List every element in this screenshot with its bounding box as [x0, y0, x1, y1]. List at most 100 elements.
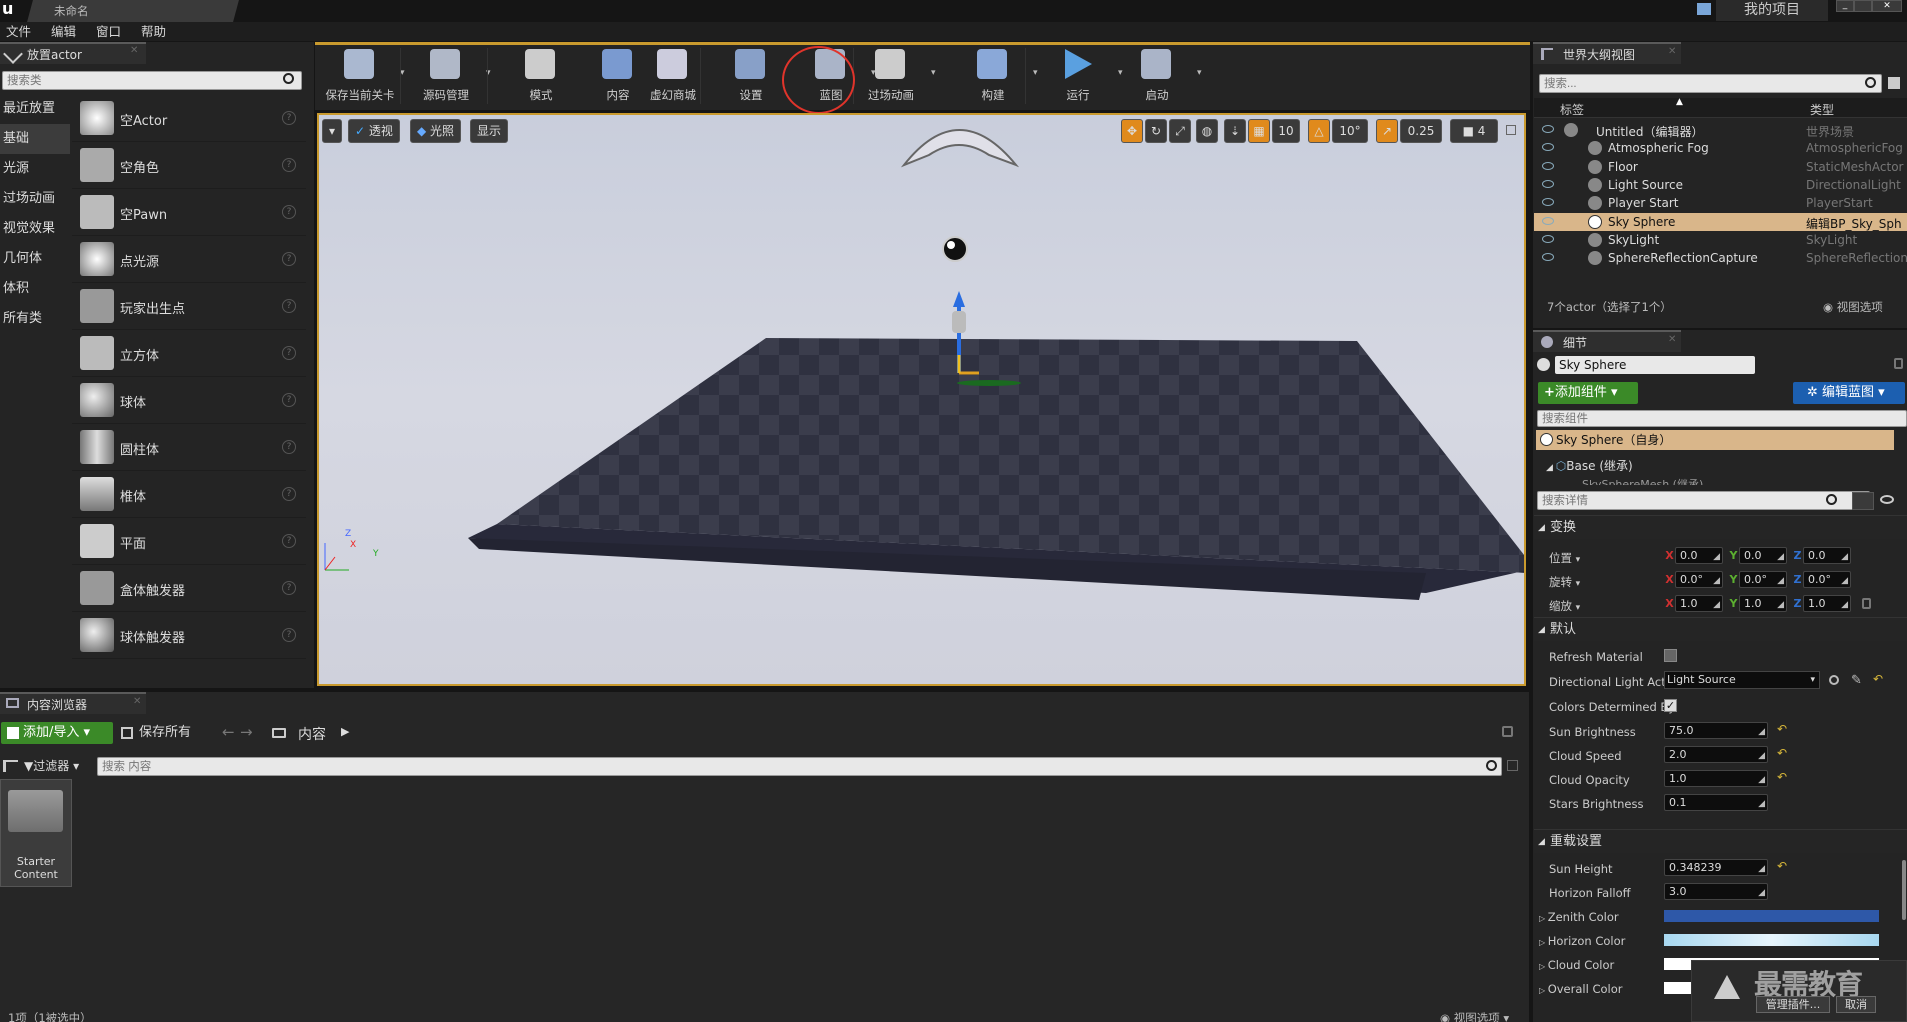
rotation-y-input[interactable]: 0.0° ◢ [1739, 571, 1787, 588]
actor-item[interactable]: 平面? [72, 518, 306, 565]
actor-item[interactable]: 立方体? [72, 330, 306, 377]
visibility-eye-icon[interactable] [1542, 125, 1554, 133]
translate-tool-icon[interactable]: ✥ [1121, 119, 1143, 143]
actor-item[interactable]: 球体触发器? [72, 612, 306, 659]
grid-size-value[interactable]: 10 [1272, 119, 1300, 143]
scale-tool-icon[interactable]: ⤢ [1169, 119, 1191, 143]
edit-blueprint-button[interactable]: ✲ 编辑蓝图 ▾ [1793, 382, 1905, 404]
stars-brightness-input[interactable]: 0.1 ◢ [1664, 794, 1768, 811]
menu-window[interactable]: 窗口 [96, 22, 121, 41]
sun-brightness-input[interactable]: 75.0 ◢ [1664, 722, 1768, 739]
help-icon[interactable]: ? [282, 205, 296, 219]
toolbar-settings-button[interactable]: 设置 [713, 47, 789, 105]
details-search-input[interactable] [1537, 491, 1870, 510]
help-icon[interactable]: ? [282, 393, 296, 407]
toolbar-cinematics-button[interactable]: 过场动画 [853, 47, 929, 105]
visibility-eye-icon[interactable] [1542, 143, 1554, 152]
outliner-row[interactable]: Atmospheric Fog AtmosphericFog [1534, 139, 1907, 157]
outliner-row[interactable]: Player Start PlayerStart [1534, 194, 1907, 212]
actor-item[interactable]: 椎体? [72, 471, 306, 518]
actor-item[interactable]: 玩家出生点? [72, 283, 306, 330]
help-icon[interactable]: ? [282, 158, 296, 172]
reset-arrow-icon[interactable]: ↶ [1777, 746, 1787, 760]
category-item[interactable]: 光源 [0, 154, 70, 184]
sources-toggle-icon[interactable] [3, 760, 18, 772]
transform-scale-label[interactable]: 缩放 ▾ [1549, 598, 1580, 614]
default-section[interactable]: ◢ 默认 [1534, 617, 1907, 641]
actor-name-field[interactable]: Sky Sphere [1555, 356, 1755, 374]
directional-light-select[interactable]: Light Source ▾ [1664, 671, 1820, 689]
outliner-row[interactable]: Floor StaticMeshActor [1534, 158, 1907, 176]
cloud-speed-input[interactable]: 2.0 ◢ [1664, 746, 1768, 763]
transform-location-label[interactable]: 位置 ▾ [1549, 550, 1580, 566]
modes-tab-close[interactable]: ✕ [130, 45, 138, 56]
toolbar-modes-button[interactable]: 模式 [503, 47, 579, 105]
outliner-search-input[interactable] [1539, 74, 1882, 93]
menu-file[interactable]: 文件 [6, 22, 31, 41]
reset-arrow-icon[interactable]: ↶ [1777, 770, 1787, 784]
refresh-material-checkbox[interactable] [1664, 649, 1677, 662]
rotation-snap-icon[interactable]: △ [1308, 119, 1330, 143]
reset-arrow-icon[interactable]: ↶ [1777, 722, 1787, 736]
toolbar-launch-button[interactable]: 启动 [1119, 47, 1195, 105]
toolbar-build-button[interactable]: 构建 [955, 47, 1031, 105]
path-content[interactable]: 内容 [298, 724, 326, 744]
maximize-viewport-icon[interactable] [1506, 125, 1516, 135]
viewport[interactable] [317, 113, 1526, 686]
perspective-button[interactable]: ✓ 透视 [348, 119, 400, 143]
toolbar-play-button[interactable]: 运行 [1040, 47, 1116, 105]
actor-item[interactable]: 球体? [72, 377, 306, 424]
outliner-tab-close[interactable]: ✕ [1668, 46, 1676, 57]
toolbar-source-control-button[interactable]: 源码管理 [408, 47, 484, 105]
override-section[interactable]: ◢ 重载设置 [1534, 829, 1907, 853]
content-view-options[interactable]: ◉ 视图选项 ▾ [1440, 1010, 1509, 1022]
location-y-input[interactable]: 0.0 ◢ [1739, 547, 1787, 564]
scale-y-input[interactable]: 1.0 ◢ [1739, 595, 1787, 612]
category-item[interactable]: 几何体 [0, 244, 70, 274]
rotation-x-input[interactable]: 0.0° ◢ [1675, 571, 1723, 588]
back-arrow-icon[interactable]: ← [222, 723, 235, 741]
col-type[interactable]: 类型 [1810, 101, 1834, 118]
rotation-snap-value[interactable]: 10° [1332, 119, 1368, 143]
visibility-eye-icon[interactable] [1542, 234, 1554, 243]
viewport-options-button[interactable]: ▾ [322, 119, 342, 143]
content-search-input[interactable] [97, 757, 1502, 776]
add-component-button[interactable]: +添加组件 ▾ [1538, 382, 1638, 404]
minimize-button[interactable]: _ [1836, 0, 1854, 12]
scale-lock-icon[interactable] [1862, 598, 1871, 609]
details-tab[interactable] [1533, 330, 1681, 352]
lock-details-icon[interactable] [1894, 358, 1903, 369]
colors-determined-checkbox[interactable]: ✓ [1664, 699, 1677, 712]
category-item[interactable]: 所有类 [0, 304, 70, 334]
component-search-input[interactable] [1537, 410, 1907, 427]
reset-arrow-icon[interactable]: ↶ [1777, 859, 1787, 873]
property-matrix-icon[interactable] [1852, 492, 1874, 510]
menu-edit[interactable]: 编辑 [51, 22, 76, 41]
location-x-input[interactable]: 0.0 ◢ [1675, 547, 1723, 564]
actor-item[interactable]: 圆柱体? [72, 424, 306, 471]
visibility-eye-icon[interactable] [1542, 161, 1554, 170]
outliner-row[interactable]: Light Source DirectionalLight [1534, 176, 1907, 194]
outliner-row[interactable]: Untitled（编辑器） 世界场景 [1534, 121, 1907, 139]
outliner-row[interactable]: SkyLight SkyLight [1534, 231, 1907, 249]
details-scrollbar[interactable] [1902, 860, 1906, 920]
outliner-view-options[interactable]: ◉ 视图选项 [1823, 299, 1883, 315]
visibility-eye-icon[interactable] [1542, 179, 1554, 188]
cancel-button[interactable]: 取消 [1836, 996, 1876, 1013]
forward-arrow-icon[interactable]: → [240, 723, 253, 741]
toolbar-dropdown-icon[interactable]: ▾ [1033, 68, 1038, 78]
category-item[interactable]: 过场动画 [0, 184, 70, 214]
visibility-eye-icon[interactable] [1542, 216, 1554, 225]
help-icon[interactable]: ? [282, 111, 296, 125]
category-item[interactable]: 基础 [0, 124, 70, 154]
sun-height-input[interactable]: 0.348239 ◢ [1664, 859, 1768, 876]
self-component-item[interactable]: Sky Sphere（自身） [1536, 430, 1894, 450]
content-tab-close[interactable]: ✕ [133, 696, 141, 707]
unreal-logo[interactable]: u [0, 0, 20, 20]
details-tab-close[interactable]: ✕ [1668, 334, 1676, 345]
scale-snap-icon[interactable]: ↗ [1376, 119, 1398, 143]
toolbar-dropdown-icon[interactable]: ▾ [931, 68, 936, 78]
horizon-falloff-input[interactable]: 3.0 ◢ [1664, 883, 1768, 900]
outliner-pin-icon[interactable] [1888, 77, 1900, 89]
zenith-color-swatch[interactable] [1664, 910, 1879, 922]
